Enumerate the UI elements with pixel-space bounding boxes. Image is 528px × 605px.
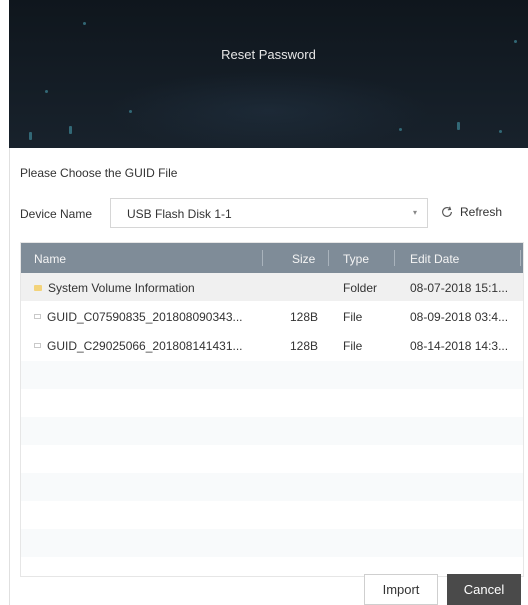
file-date-cell: 08-09-2018 03:4... [410, 310, 509, 324]
decorative-spark [499, 130, 502, 133]
window-left-margin [0, 148, 9, 605]
empty-row [21, 361, 523, 389]
decorative-spark [69, 126, 72, 134]
column-header-size[interactable]: Size [292, 252, 315, 266]
decorative-spark [29, 132, 32, 140]
dialog-title: Reset Password [221, 47, 316, 62]
file-size-cell: 128B [290, 339, 319, 353]
import-button[interactable]: Import [364, 574, 438, 605]
file-name-text: System Volume Information [48, 281, 195, 295]
file-size-cell: 128B [290, 310, 319, 324]
column-divider [520, 250, 521, 266]
guid-file-table: Name Size Type Edit Date System Volume I… [20, 242, 524, 577]
column-divider [262, 250, 263, 266]
cancel-button[interactable]: Cancel [447, 574, 521, 605]
file-date-cell: 08-07-2018 15:1... [410, 281, 509, 295]
empty-row [21, 417, 523, 445]
decorative-spark [129, 110, 132, 113]
table-row[interactable]: GUID_C29025066_201808141431... 128B File… [21, 331, 523, 359]
file-name-text: GUID_C29025066_201808141431... [47, 339, 243, 353]
file-type-cell: File [343, 339, 363, 353]
file-date-cell: 08-14-2018 14:3... [410, 339, 509, 353]
column-header-edit-date[interactable]: Edit Date [410, 252, 459, 266]
column-header-name[interactable]: Name [34, 252, 66, 266]
device-name-label: Device Name [20, 207, 93, 221]
dialog-border [9, 148, 10, 605]
decorative-spark [399, 128, 402, 131]
dropdown-arrow-icon: ▾ [412, 208, 417, 217]
file-type-cell: Folder [343, 281, 378, 295]
decorative-spark [514, 40, 517, 43]
file-name-cell: GUID_C29025066_201808141431... [34, 339, 243, 353]
column-header-type[interactable]: Type [343, 252, 369, 266]
decorative-spark [45, 90, 48, 93]
refresh-button[interactable]: Refresh [440, 205, 502, 219]
file-type-cell: File [343, 310, 363, 324]
file-name-cell: GUID_C07590835_201808090343... [34, 310, 243, 324]
table-header: Name Size Type Edit Date [21, 243, 523, 273]
device-name-select[interactable]: USB Flash Disk 1-1 ▾ [110, 198, 428, 228]
section-label: Please Choose the GUID File [20, 166, 178, 180]
folder-icon [34, 284, 42, 291]
column-divider [394, 250, 395, 266]
file-name-cell: System Volume Information [34, 281, 195, 295]
table-row[interactable]: GUID_C07590835_201808090343... 128B File… [21, 302, 523, 330]
file-icon [34, 343, 41, 349]
decorative-spark [83, 22, 86, 25]
file-name-text: GUID_C07590835_201808090343... [47, 310, 243, 324]
device-name-value: USB Flash Disk 1-1 [127, 207, 232, 221]
refresh-icon [442, 206, 452, 217]
refresh-label: Refresh [460, 205, 503, 219]
file-icon [34, 314, 41, 320]
dialog-header: Reset Password [9, 0, 528, 148]
table-row[interactable]: System Volume Information Folder 08-07-2… [21, 273, 523, 301]
empty-row [21, 473, 523, 501]
column-divider [328, 250, 329, 266]
decorative-spark [457, 122, 460, 130]
empty-row [21, 529, 523, 557]
